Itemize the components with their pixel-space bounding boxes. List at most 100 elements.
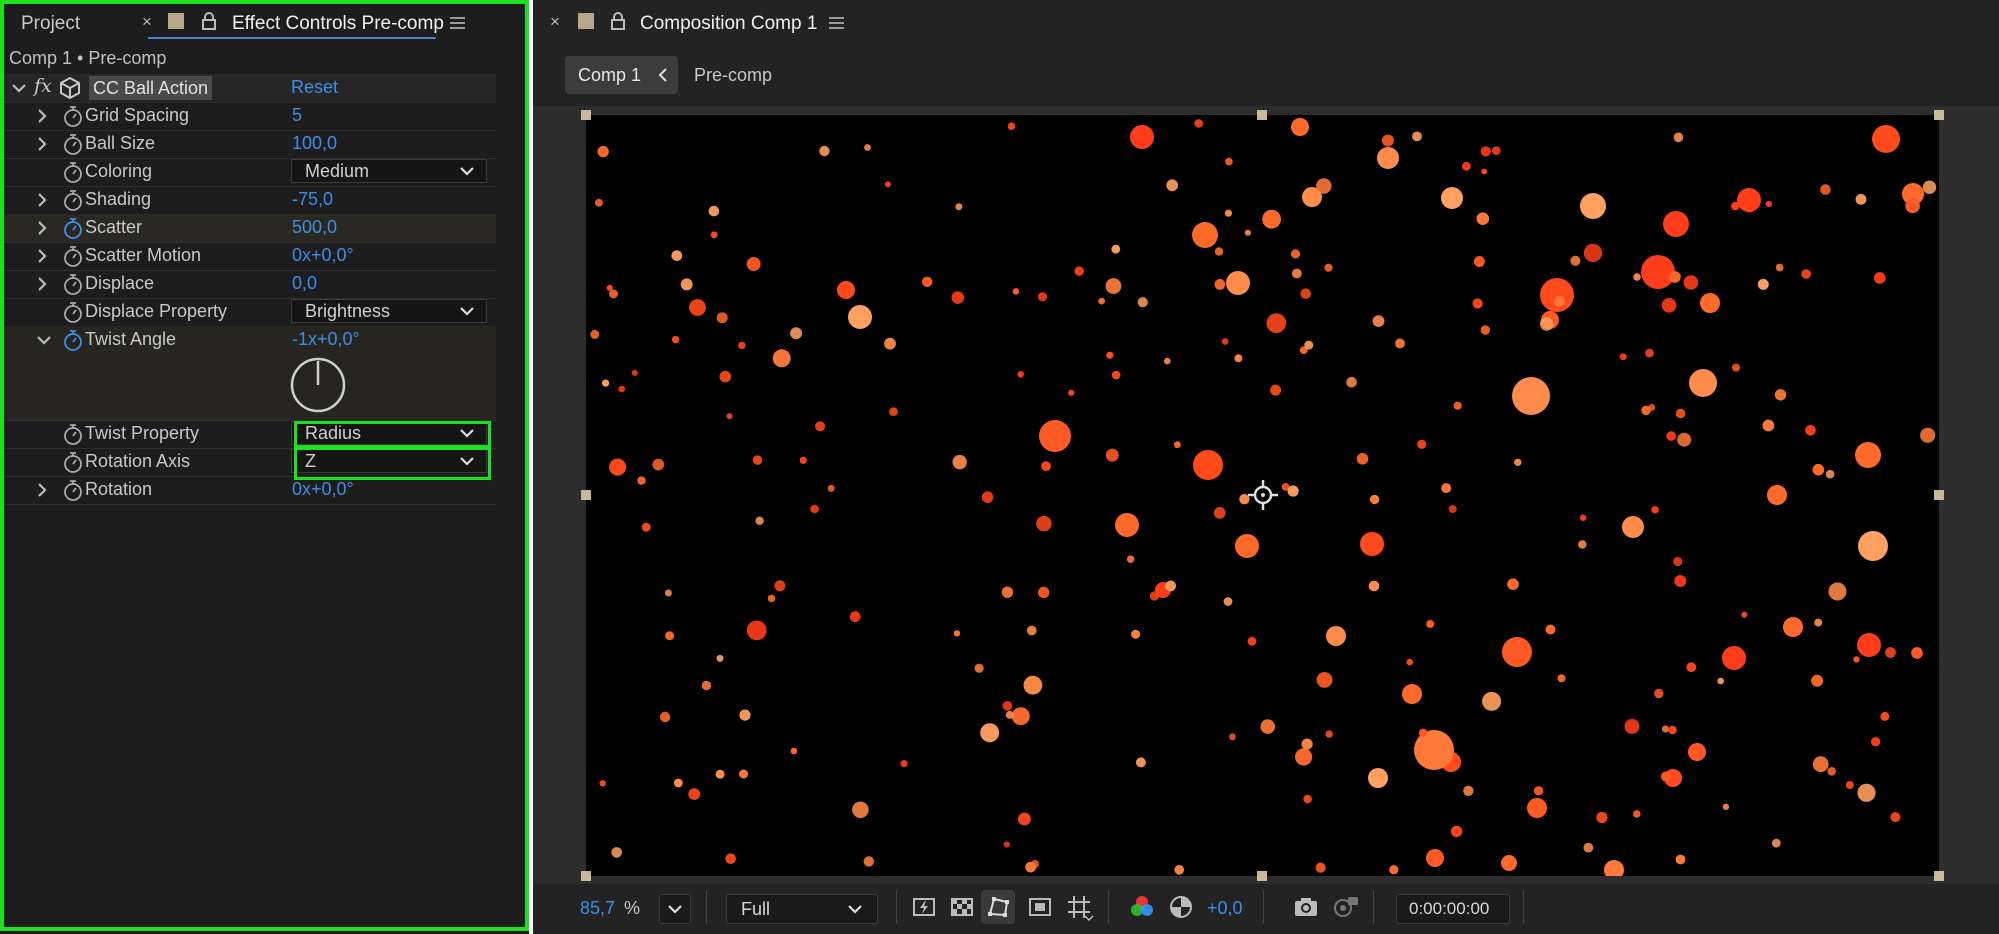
param-label: Scatter <box>85 217 143 237</box>
close-icon[interactable]: × <box>550 12 560 32</box>
particle <box>1244 229 1251 236</box>
particle <box>1291 118 1309 136</box>
chevron-right-icon[interactable] <box>34 482 50 498</box>
stopwatch-icon[interactable] <box>62 274 84 296</box>
breadcrumb: Comp 1 • Pre-comp <box>9 48 167 68</box>
particle <box>1115 513 1139 537</box>
mask-path-toggle[interactable] <box>981 890 1015 924</box>
particle <box>609 458 627 476</box>
region-of-interest-icon[interactable] <box>1027 894 1053 920</box>
zoom-dropdown[interactable] <box>659 894 691 924</box>
chevron-down-icon[interactable] <box>11 81 27 95</box>
layer-handle[interactable] <box>581 871 591 881</box>
timecode-field[interactable]: 0:00:00:00 <box>1396 894 1510 924</box>
zoom-value[interactable]: 85,7 <box>580 898 615 919</box>
hamburger-menu-icon[interactable] <box>450 14 465 32</box>
particle <box>1482 691 1502 711</box>
hamburger-menu-icon[interactable] <box>829 14 844 32</box>
particle <box>1223 597 1233 606</box>
layer-handle[interactable] <box>1257 110 1267 120</box>
composition-canvas[interactable] <box>586 115 1939 876</box>
close-icon[interactable]: × <box>142 12 152 32</box>
lock-icon[interactable] <box>201 12 217 30</box>
resolution-dropdown[interactable]: Full <box>726 894 878 924</box>
param-value[interactable]: -75,0 <box>292 189 333 210</box>
stopwatch-icon[interactable] <box>62 330 84 352</box>
particle <box>602 379 610 387</box>
camera-snapshot-icon[interactable] <box>1293 894 1319 920</box>
angle-dial[interactable] <box>290 357 346 413</box>
param-label: Shading <box>85 189 152 209</box>
tab-project[interactable]: Project <box>21 13 80 35</box>
exposure-value[interactable]: +0,0 <box>1207 898 1243 919</box>
chevron-right-icon[interactable] <box>34 276 50 292</box>
stopwatch-icon[interactable] <box>62 424 84 446</box>
param-value[interactable]: 500,0 <box>292 217 337 238</box>
layer-handle[interactable] <box>1934 110 1944 120</box>
grid-guides-icon[interactable] <box>1066 894 1094 922</box>
particle <box>738 341 746 350</box>
layer-handle[interactable] <box>581 110 591 120</box>
stopwatch-icon[interactable] <box>62 302 84 324</box>
param-value[interactable]: 0x+0,0° <box>292 479 354 500</box>
layer-handle[interactable] <box>581 490 591 500</box>
toolbar-divider <box>706 890 707 924</box>
show-snapshot-icon[interactable] <box>1332 894 1360 920</box>
chevron-right-icon[interactable] <box>34 136 50 152</box>
particle <box>772 349 791 368</box>
particle <box>1325 730 1333 738</box>
cube-icon[interactable] <box>58 76 82 100</box>
particle <box>1287 485 1299 497</box>
stopwatch-icon[interactable] <box>62 246 84 268</box>
particle <box>1007 122 1016 130</box>
layer-handle[interactable] <box>1934 490 1944 500</box>
fast-previews-icon[interactable] <box>911 894 937 920</box>
particle <box>1304 340 1314 350</box>
fx-icon[interactable]: fx <box>34 75 52 97</box>
stopwatch-icon[interactable] <box>62 162 84 184</box>
breadcrumb-comp1[interactable]: Comp 1 <box>565 56 678 94</box>
param-value[interactable]: 100,0 <box>292 133 337 154</box>
chevron-down-icon <box>848 905 862 914</box>
param-label: Rotation Axis <box>85 451 191 471</box>
stopwatch-icon[interactable] <box>62 218 84 240</box>
stopwatch-icon[interactable] <box>62 106 84 128</box>
tab-effect-controls[interactable]: Effect Controls Pre-comp <box>232 13 444 35</box>
transparency-grid-icon[interactable] <box>949 894 975 920</box>
particle <box>1722 646 1746 670</box>
param-value[interactable]: 5 <box>292 105 302 126</box>
particle <box>1855 193 1867 205</box>
chevron-right-icon[interactable] <box>34 192 50 208</box>
param-value[interactable]: 0,0 <box>292 273 317 294</box>
stopwatch-icon[interactable] <box>62 190 84 212</box>
particle <box>1225 157 1233 166</box>
exposure-reset-icon[interactable] <box>1168 894 1194 920</box>
displace-property-dropdown[interactable]: Brightness <box>291 299 487 323</box>
chevron-right-icon[interactable] <box>34 220 50 236</box>
particle <box>1686 662 1697 673</box>
particle <box>1266 313 1287 333</box>
param-value[interactable]: 0x+0,0° <box>292 245 354 266</box>
chevron-right-icon[interactable] <box>34 248 50 264</box>
chevron-right-icon[interactable] <box>34 108 50 124</box>
stopwatch-icon[interactable] <box>62 480 84 502</box>
layer-handle[interactable] <box>1257 871 1267 881</box>
reset-link[interactable]: Reset <box>291 77 338 98</box>
chevron-down-icon[interactable] <box>36 332 52 348</box>
param-value[interactable]: -1x+0,0° <box>292 329 360 350</box>
stopwatch-icon[interactable] <box>62 134 84 156</box>
tab-composition[interactable]: Composition Comp 1 <box>640 13 817 35</box>
breadcrumb-precomp[interactable]: Pre-comp <box>694 65 772 86</box>
stopwatch-icon[interactable] <box>62 452 84 474</box>
effect-name[interactable]: CC Ball Action <box>89 76 213 100</box>
particle <box>590 329 600 339</box>
layer-handle[interactable] <box>1934 871 1944 881</box>
particle <box>1765 200 1772 208</box>
particle <box>1583 842 1594 853</box>
particle <box>746 257 761 271</box>
anchor-point-icon[interactable] <box>1248 480 1278 510</box>
lock-icon[interactable] <box>610 12 626 30</box>
coloring-dropdown[interactable]: Medium <box>291 159 487 183</box>
particle <box>1462 161 1471 171</box>
color-channels-icon[interactable] <box>1129 894 1155 920</box>
